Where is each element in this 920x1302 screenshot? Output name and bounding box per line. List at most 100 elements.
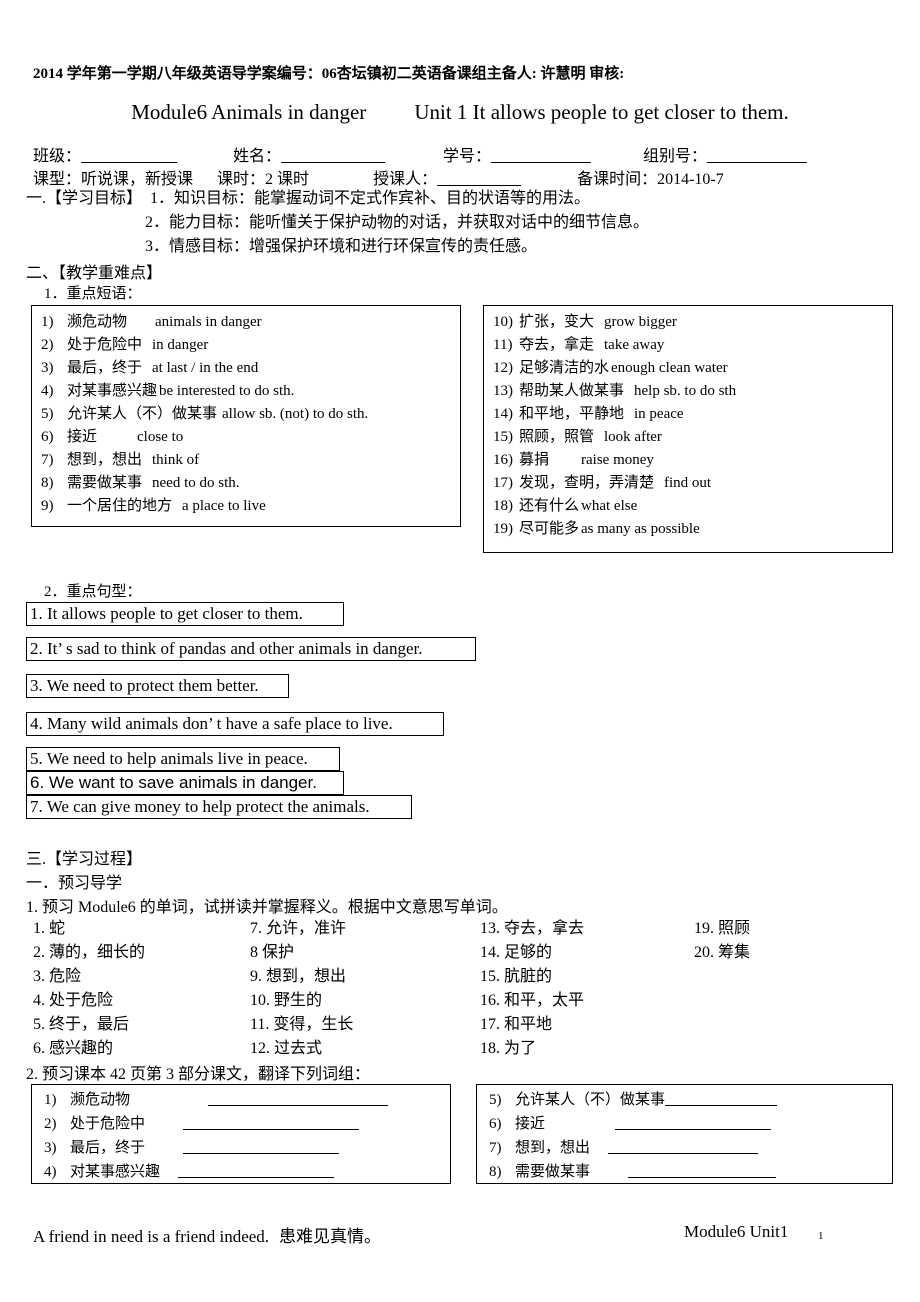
lesson-type-value: 听说课，新授课 [81,171,194,188]
phrase-english: find out [664,475,712,491]
student-no-field[interactable] [491,148,592,163]
translate-item: 4) 对某事感兴趣 [32,1160,450,1184]
translate-answer-field[interactable] [208,1092,389,1106]
phrase-number: 7) [41,452,54,468]
lesson-type-label: 课型： [33,171,82,188]
phrase-chinese: 和平地，平静地 [519,406,625,422]
teacher-field[interactable] [437,171,522,186]
footer-motto-en: A friend in need is a friend indeed. [33,1227,270,1246]
preview-task-2: 2. 预习课本 42 页第 3 部分课文，翻译下列词组： [26,1066,371,1083]
title-module: Module6 Animals in danger [131,100,367,124]
translate-number: 8) [489,1164,502,1180]
vocab-item: 12. 过去式 [250,1040,323,1057]
vocab-item: 10. 野生的 [250,992,323,1009]
header-number: 编号：06 [276,66,337,82]
group-no-label: 组别号： [643,148,708,165]
student-info-row: 班级： 姓名： 学号： 组别号： [33,142,808,166]
translate-answer-field[interactable] [665,1092,778,1106]
student-no-label: 学号： [443,148,492,165]
phrase-item: 3) 最后，终于 at last / in the end [32,357,460,380]
translate-chinese: 需要做某事 [515,1164,591,1180]
phrase-number: 5) [41,406,54,422]
vocab-item: 8 保护 [250,944,295,961]
phrase-english: enough clean water [611,360,728,376]
key-sentence-5: 5. We need to help animals live in peace… [26,747,340,771]
translate-number: 4) [44,1164,57,1180]
phrase-chinese: 处于危险中 [67,337,143,353]
preview-task-1: 1. 预习 Module6 的单词，试拼读并掌握释义。根据中文意思写单词。 [26,899,508,916]
translate-answer-field[interactable] [183,1116,360,1130]
vocab-item: 20. 筹集 [694,944,751,961]
phrase-english: at last / in the end [152,360,259,376]
translate-item: 1) 濒危动物 [32,1088,450,1112]
phrase-chinese: 帮助某人做某事 [519,383,625,399]
name-field[interactable] [281,148,386,163]
translate-chinese: 想到，想出 [515,1140,591,1156]
footer-page-number: 1 [818,1230,824,1242]
phrase-item: 14) 和平地，平静地 in peace [484,403,892,426]
phrase-item: 8) 需要做某事 need to do sth. [32,472,460,495]
phrase-number: 1) [41,314,54,330]
phrase-english: take away [604,337,665,353]
section-learning-process-heading: 三.【学习过程】 [26,851,143,868]
phrase-chinese: 对某事感兴趣 [67,383,158,399]
translate-answer-field[interactable] [178,1164,335,1178]
objectives-line-2: 2．能力目标：能听懂关于保护动物的对话，并获取对话中的细节信息。 [26,211,649,235]
phrase-chinese: 濒危动物 [67,314,128,330]
phrase-chinese: 一个居住的地方 [67,498,173,514]
phrase-chinese: 募捐 [519,452,550,468]
phrase-english: what else [581,498,638,514]
header-author: 主备人: 许慧明 审核: [486,66,625,82]
footer-motto-cn: 患难见真情。 [279,1227,382,1246]
phrase-english: help sb. to do sth [634,383,737,399]
translate-item: 3) 最后，终于 [32,1136,450,1160]
periods-value: 2 课时 [265,171,310,188]
phrase-number: 18) [493,498,513,514]
translate-item: 2) 处于危险中 [32,1112,450,1136]
phrase-item: 18) 还有什么 what else [484,495,892,518]
translate-answer-field[interactable] [615,1116,772,1130]
translate-chinese: 对某事感兴趣 [70,1164,161,1180]
vocab-column-1: 1. 蛇 2. 薄的，细长的 3. 危险 4. 处于危险 5. 终于，最后 6. 感兴趣的 [33,917,145,1061]
translate-box-left: 1) 濒危动物 2) 处于危险中 3) 最后，终于 4) 对某事感兴趣 [31,1084,451,1184]
subsection-preview-heading: 一．预习导学 [26,875,123,892]
phrase-number: 13) [493,383,513,399]
translate-item: 5) 允许某人（不）做某事 [477,1088,892,1112]
phrase-number: 14) [493,406,513,422]
phrase-number: 2) [41,337,54,353]
translate-number: 7) [489,1140,502,1156]
translate-number: 6) [489,1116,502,1132]
phrase-chinese: 允许某人（不）做某事 [67,406,218,422]
title-unit: Unit 1 It allows people to get closer to… [414,100,789,124]
translate-number: 2) [44,1116,57,1132]
phrase-item: 12) 足够清洁的水 enough clean water [484,357,892,380]
translate-item: 6) 接近 [477,1112,892,1136]
vocab-item: 13. 夺去，拿去 [480,920,585,937]
document-page: 2014 学年第一学期八年级英语导学案编号：06杏坛镇初二英语备课组主备人: 许… [0,0,920,1302]
phrase-item: 4) 对某事感兴趣 be interested to do sth. [32,380,460,403]
key-sentence-3: 3. We need to protect them better. [26,674,289,698]
phrase-chinese: 夺去，拿走 [519,337,595,353]
key-sentence-7: 7. We can give money to help protect the… [26,795,412,819]
phrase-item: 19) 尽可能多 as many as possible [484,518,892,541]
teacher-label: 授课人： [373,171,438,188]
phrase-number: 19) [493,521,513,537]
translate-chinese: 处于危险中 [70,1116,146,1132]
class-field[interactable] [81,148,178,163]
translate-answer-field[interactable] [628,1164,777,1178]
translate-answer-field[interactable] [608,1140,759,1154]
translate-answer-field[interactable] [183,1140,340,1154]
phrase-english: think of [152,452,200,468]
objective-item-3: 3．情感目标：增强保护环境和进行环保宣传的责任感。 [145,238,538,255]
group-no-field[interactable] [707,148,808,163]
page-title: Module6 Animals in danger Unit 1 It allow… [0,100,920,125]
phrase-number: 9) [41,498,54,514]
translate-chinese: 允许某人（不）做某事 [515,1092,666,1108]
key-phrases-box-right: 10) 扩张，变大 grow bigger 11) 夺去，拿走 take away 12) 足… [483,305,893,553]
translate-box-right: 5) 允许某人（不）做某事 6) 接近 7) 想到，想出 8) 需要做某事 [476,1084,893,1184]
vocab-item: 7. 允许，准许 [250,920,347,937]
vocab-item: 2. 薄的，细长的 [33,944,146,961]
document-header-line: 2014 学年第一学期八年级英语导学案编号：06杏坛镇初二英语备课组主备人: 许… [33,62,624,83]
phrase-number: 4) [41,383,54,399]
phrase-chinese: 最后，终于 [67,360,143,376]
